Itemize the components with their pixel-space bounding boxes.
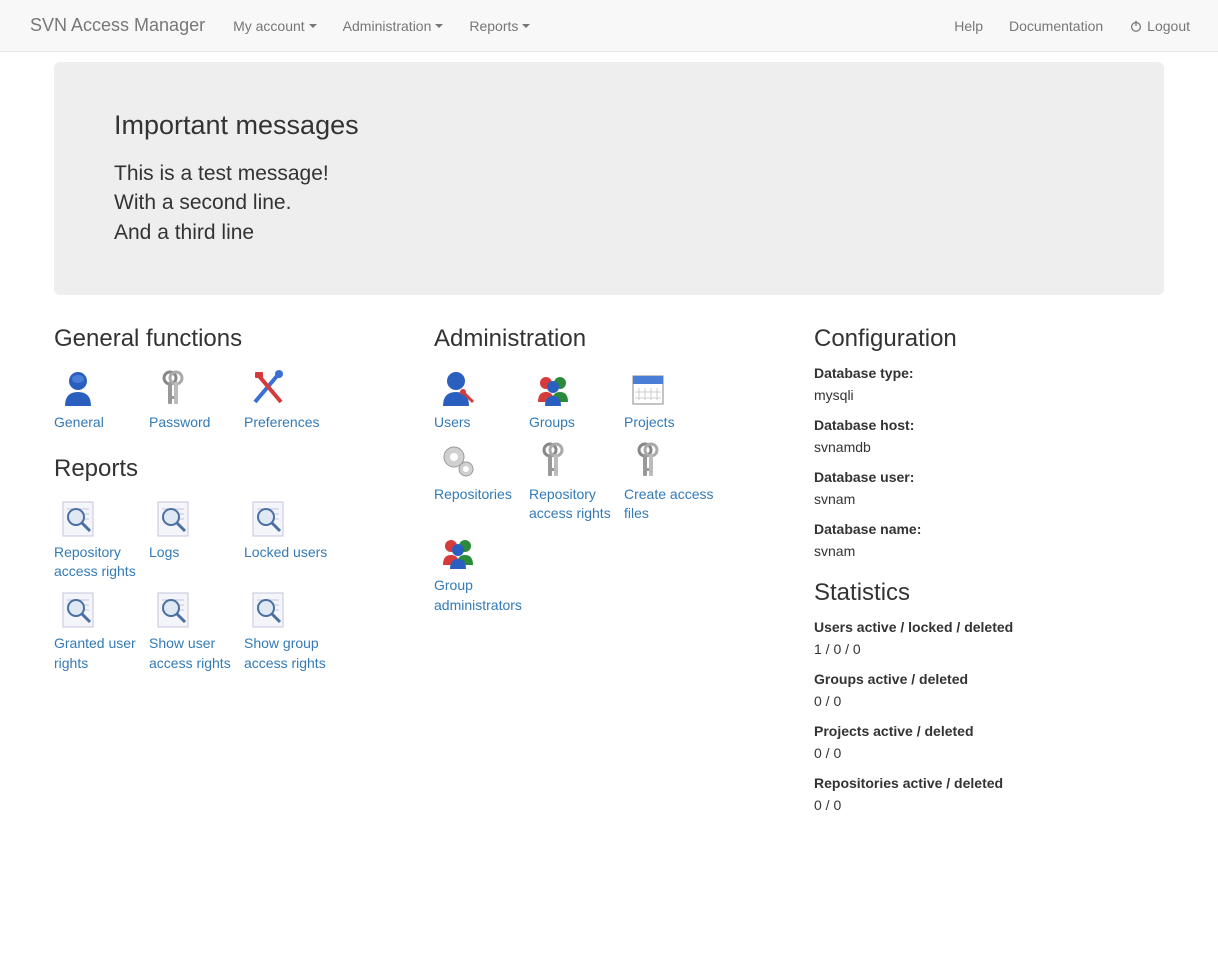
keys-icon (149, 365, 197, 413)
nav-documentation[interactable]: Documentation (996, 3, 1116, 49)
navbar: SVN Access Manager My account Administra… (0, 0, 1218, 52)
user-icon (54, 365, 102, 413)
nav-administration[interactable]: Administration (330, 3, 457, 49)
caret-icon (522, 24, 530, 28)
link-projects[interactable]: Projects (624, 365, 719, 433)
nav-right: Help Documentation Logout (941, 3, 1203, 49)
tools-icon (244, 365, 292, 413)
message-line: This is a test message! (114, 159, 1104, 188)
stats-heading: Statistics (814, 579, 1164, 607)
config-db-host: Database host: svnamdb (814, 417, 1164, 455)
magnifier-doc-icon (54, 586, 102, 634)
brand[interactable]: SVN Access Manager (15, 0, 220, 51)
gears-icon (434, 437, 482, 485)
nav-logout[interactable]: Logout (1116, 3, 1203, 49)
link-groups[interactable]: Groups (529, 365, 624, 433)
messages-panel: Important messages This is a test messag… (54, 62, 1164, 295)
keys-icon (624, 437, 672, 485)
link-users[interactable]: Users (434, 365, 529, 433)
link-general[interactable]: General (54, 365, 149, 433)
stats-repos: Repositories active / deleted 0 / 0 (814, 775, 1164, 813)
magnifier-doc-icon (149, 495, 197, 543)
keys-icon (529, 437, 577, 485)
col-general-reports: General functions General Password (54, 325, 404, 827)
group-icon (434, 528, 482, 576)
magnifier-doc-icon (54, 495, 102, 543)
link-repo-access-report[interactable]: Repository access rights (54, 495, 149, 582)
nav-help[interactable]: Help (941, 3, 996, 49)
reports-heading: Reports (54, 455, 404, 483)
col-administration: Administration Users Groups (434, 325, 784, 827)
messages-heading: Important messages (114, 110, 1104, 141)
nav-left: My account Administration Reports (220, 3, 543, 49)
calendar-icon (624, 365, 672, 413)
message-line: And a third line (114, 218, 1104, 247)
config-heading: Configuration (814, 325, 1164, 353)
admin-heading: Administration (434, 325, 784, 353)
general-heading: General functions (54, 325, 404, 353)
config-db-user: Database user: svnam (814, 469, 1164, 507)
caret-icon (309, 24, 317, 28)
link-logs[interactable]: Logs (149, 495, 244, 582)
link-repositories[interactable]: Repositories (434, 437, 529, 524)
link-preferences[interactable]: Preferences (244, 365, 339, 433)
magnifier-doc-icon (244, 495, 292, 543)
config-db-type: Database type: mysqli (814, 365, 1164, 403)
col-config-stats: Configuration Database type: mysqli Data… (814, 325, 1164, 827)
link-show-group-access[interactable]: Show group access rights (244, 586, 339, 673)
nav-reports[interactable]: Reports (456, 3, 543, 49)
link-group-admins[interactable]: Group administrators (434, 528, 529, 615)
stats-projects: Projects active / deleted 0 / 0 (814, 723, 1164, 761)
message-line: With a second line. (114, 188, 1104, 217)
stats-groups: Groups active / deleted 0 / 0 (814, 671, 1164, 709)
group-icon (529, 365, 577, 413)
link-admin-repo-access[interactable]: Repository access rights (529, 437, 624, 524)
link-create-access-files[interactable]: Create access files (624, 437, 719, 524)
stats-users: Users active / locked / deleted 1 / 0 / … (814, 619, 1164, 657)
caret-icon (435, 24, 443, 28)
magnifier-doc-icon (149, 586, 197, 634)
nav-myaccount[interactable]: My account (220, 3, 330, 49)
link-show-user-access[interactable]: Show user access rights (149, 586, 244, 673)
power-icon (1129, 19, 1143, 33)
user-wrench-icon (434, 365, 482, 413)
link-password[interactable]: Password (149, 365, 244, 433)
link-granted-user-rights[interactable]: Granted user rights (54, 586, 149, 673)
magnifier-doc-icon (244, 586, 292, 634)
config-db-name: Database name: svnam (814, 521, 1164, 559)
link-locked-users[interactable]: Locked users (244, 495, 339, 582)
